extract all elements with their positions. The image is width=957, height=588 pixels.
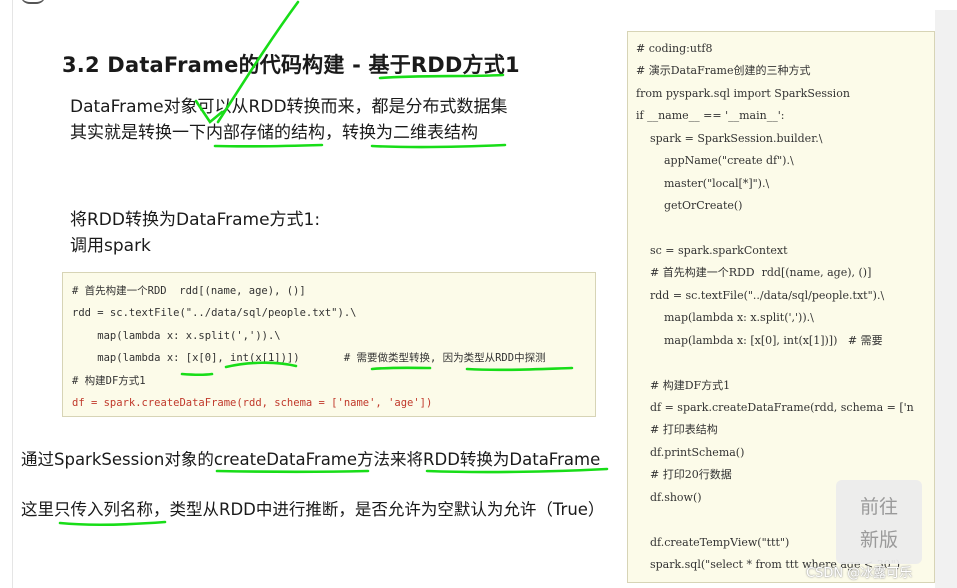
annotation-check-mark	[194, 99, 224, 124]
annotation-underline	[58, 520, 167, 527]
annotation-underline	[378, 73, 505, 80]
annotation-underline	[370, 143, 507, 149]
annotation-underline	[425, 467, 609, 474]
new-version-line: 前往	[859, 496, 898, 518]
highlight-annotations	[58, 0, 609, 527]
annotation-underline	[213, 143, 324, 148]
annotation-underline	[370, 366, 432, 371]
new-version-line: 新版	[859, 529, 898, 551]
annotation-underline	[465, 366, 574, 372]
csdn-watermark: CSDN @冰露可乐	[806, 566, 913, 581]
annotation-underline	[215, 469, 370, 474]
annotation-underline	[224, 361, 298, 369]
go-new-version-button[interactable]: 前往 新版	[836, 480, 922, 564]
annotation-arrow-stroke	[216, 0, 300, 124]
annotation-underline	[180, 372, 214, 377]
